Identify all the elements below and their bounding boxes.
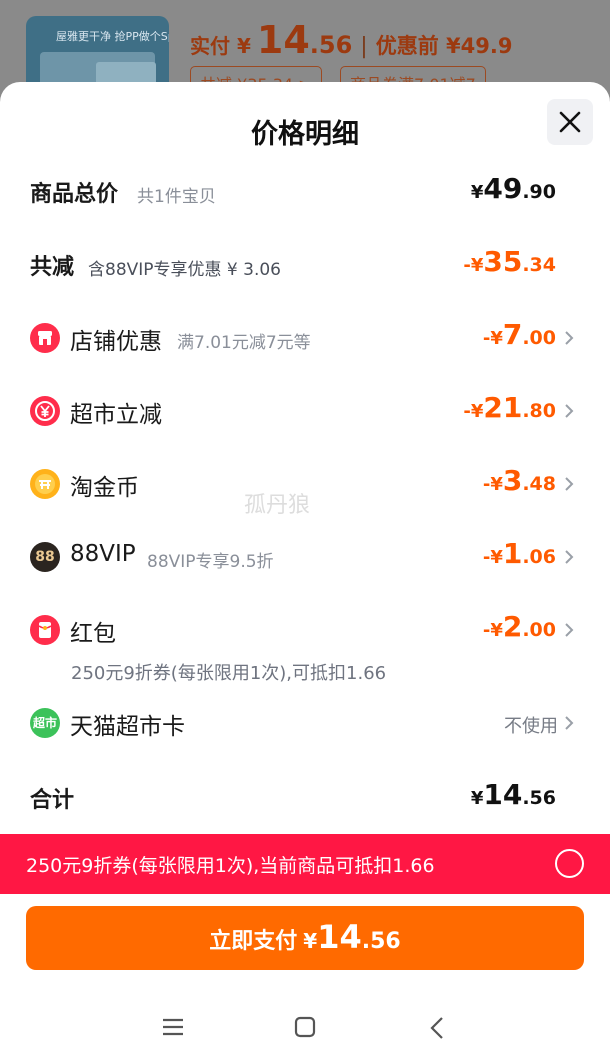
market-discount-label: 超市立减	[70, 402, 162, 428]
row-market-discount[interactable]: 超市立减 -¥ 21 .80	[0, 391, 610, 431]
chevron-right-icon	[565, 550, 574, 564]
sheet-title: 价格明细	[251, 119, 359, 150]
taojinbi-label: 淘金币	[70, 475, 139, 501]
88vip-amount: -¥ 1 .06	[482, 537, 556, 570]
chevron-right-icon	[565, 331, 574, 345]
coupon-promo-text: 250元9折券(每张限用1次),当前商品可抵扣1.66	[26, 855, 435, 877]
tmall-market-icon: 超市	[30, 708, 60, 738]
sum-label: 合计	[30, 788, 75, 813]
market-discount-amount: -¥ 21 .80	[463, 391, 556, 424]
total-discount-label: 共减	[30, 255, 75, 280]
close-button[interactable]	[547, 99, 593, 145]
red-packet-detail: 250元9折券(每张限用1次),可抵扣1.66	[71, 663, 387, 684]
tmall-market-card-action: 不使用	[504, 716, 558, 737]
taojinbi-amount: -¥ 3 .48	[482, 464, 556, 497]
chevron-right-icon	[565, 404, 574, 418]
row-sum: 合计 ¥ 14 .56	[0, 778, 610, 818]
yen-coupon-icon	[30, 396, 60, 426]
system-navigation-bar	[0, 994, 610, 1064]
total-discount-note: 含88VIP专享优惠 ¥ 3.06	[88, 260, 282, 280]
close-icon	[559, 111, 581, 133]
home-icon[interactable]	[294, 1016, 316, 1038]
88vip-label: 88VIP	[70, 541, 136, 567]
pay-now-button[interactable]: 立即支付 ¥ 14 .56	[26, 906, 584, 970]
sum-amount: ¥ 14 .56	[470, 778, 556, 811]
shop-discount-note: 满7.01元减7元等	[177, 333, 311, 353]
goods-total-note: 共1件宝贝	[137, 187, 216, 207]
red-packet-icon	[30, 615, 60, 645]
coupon-promo-bar[interactable]: 250元9折券(每张限用1次),当前商品可抵扣1.66	[0, 834, 610, 894]
tmall-market-card-label: 天猫超市卡	[70, 714, 185, 740]
watermark: 孤丹狼	[244, 493, 311, 518]
goods-total-label: 商品总价	[30, 182, 119, 207]
total-discount-amount: -¥ 35 .34	[463, 245, 556, 278]
back-icon[interactable]	[428, 1016, 446, 1040]
background-actual-price: 实付 ¥ 14 .56 | 优惠前 ¥49.9	[190, 18, 513, 62]
red-packet-amount: -¥ 2 .00	[482, 610, 556, 643]
row-total-discount: 共减 含88VIP专享优惠 ¥ 3.06 -¥ 35 .34	[0, 245, 610, 285]
red-packet-label: 红包	[70, 621, 116, 647]
shop-discount-label: 店铺优惠	[70, 329, 162, 355]
row-goods-total: 商品总价 共1件宝贝 ¥ 49 .90	[0, 172, 610, 212]
88vip-icon: 88	[30, 542, 60, 572]
chevron-right-icon	[565, 623, 574, 637]
shop-icon	[30, 323, 60, 353]
row-88vip[interactable]: 88 88VIP 88VIP专享9.5折 -¥ 1 .06	[0, 537, 610, 577]
row-red-packet[interactable]: 红包 -¥ 2 .00	[0, 610, 610, 650]
88vip-note: 88VIP专享9.5折	[147, 552, 274, 572]
coupon-select-radio[interactable]	[555, 849, 584, 878]
product-thumbnail-text: 屋雅更干净 抢PP做个Spa	[56, 30, 169, 43]
gold-coin-icon	[30, 469, 60, 499]
menu-icon[interactable]	[161, 1016, 185, 1038]
row-tmall-market-card[interactable]: 超市 天猫超市卡 不使用	[0, 703, 610, 743]
goods-total-amount: ¥ 49 .90	[470, 172, 556, 205]
chevron-right-icon	[565, 477, 574, 491]
row-shop-discount[interactable]: 店铺优惠 满7.01元减7元等 -¥ 7 .00	[0, 318, 610, 358]
chevron-right-icon	[565, 716, 574, 730]
shop-discount-amount: -¥ 7 .00	[482, 318, 556, 351]
